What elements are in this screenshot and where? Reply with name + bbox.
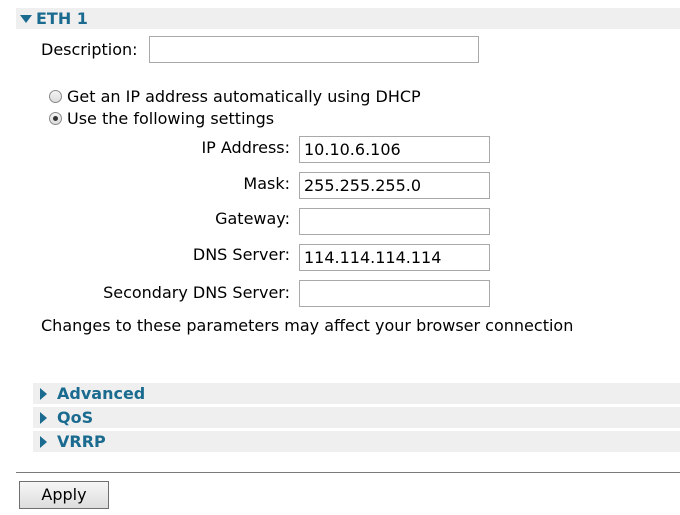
mask-label: Mask: (243, 174, 290, 193)
mask-field[interactable]: 255.255.255.0 (299, 172, 490, 199)
radio-selected-dot (53, 116, 58, 121)
radio-dhcp-label: Get an IP address automatically using DH… (67, 87, 421, 106)
section-header-vrrp[interactable]: VRRP (33, 431, 680, 452)
section-header-eth1[interactable]: ETH 1 (16, 8, 680, 29)
secondary-dns-field[interactable] (299, 280, 490, 307)
description-label: Description: (41, 40, 138, 59)
section-title-eth1: ETH 1 (36, 9, 88, 28)
section-header-advanced[interactable]: Advanced (33, 383, 680, 404)
gateway-label: Gateway: (215, 209, 290, 228)
apply-button[interactable]: Apply (19, 481, 109, 509)
connection-warning-text: Changes to these parameters may affect y… (41, 316, 574, 335)
description-field[interactable] (149, 36, 479, 63)
radio-static-label: Use the following settings (67, 109, 275, 128)
radio-dhcp[interactable] (49, 90, 62, 103)
section-title-advanced: Advanced (57, 384, 146, 403)
triangle-down-icon (20, 14, 32, 23)
ip-address-field[interactable]: 10.10.6.106 (299, 136, 490, 163)
radio-static[interactable] (49, 112, 62, 125)
gateway-field[interactable] (299, 208, 490, 235)
dns-server-field[interactable]: 114.114.114.114 (299, 244, 490, 271)
section-title-vrrp: VRRP (57, 432, 106, 451)
triangle-right-icon (40, 411, 47, 424)
triangle-right-icon (40, 387, 47, 400)
section-header-qos[interactable]: QoS (33, 407, 680, 428)
ip-address-label: IP Address: (201, 138, 290, 157)
footer-divider (16, 472, 680, 473)
section-title-qos: QoS (57, 408, 94, 427)
secondary-dns-label: Secondary DNS Server: (103, 283, 290, 302)
dns-server-label: DNS Server: (192, 245, 290, 264)
triangle-right-icon (40, 435, 47, 448)
